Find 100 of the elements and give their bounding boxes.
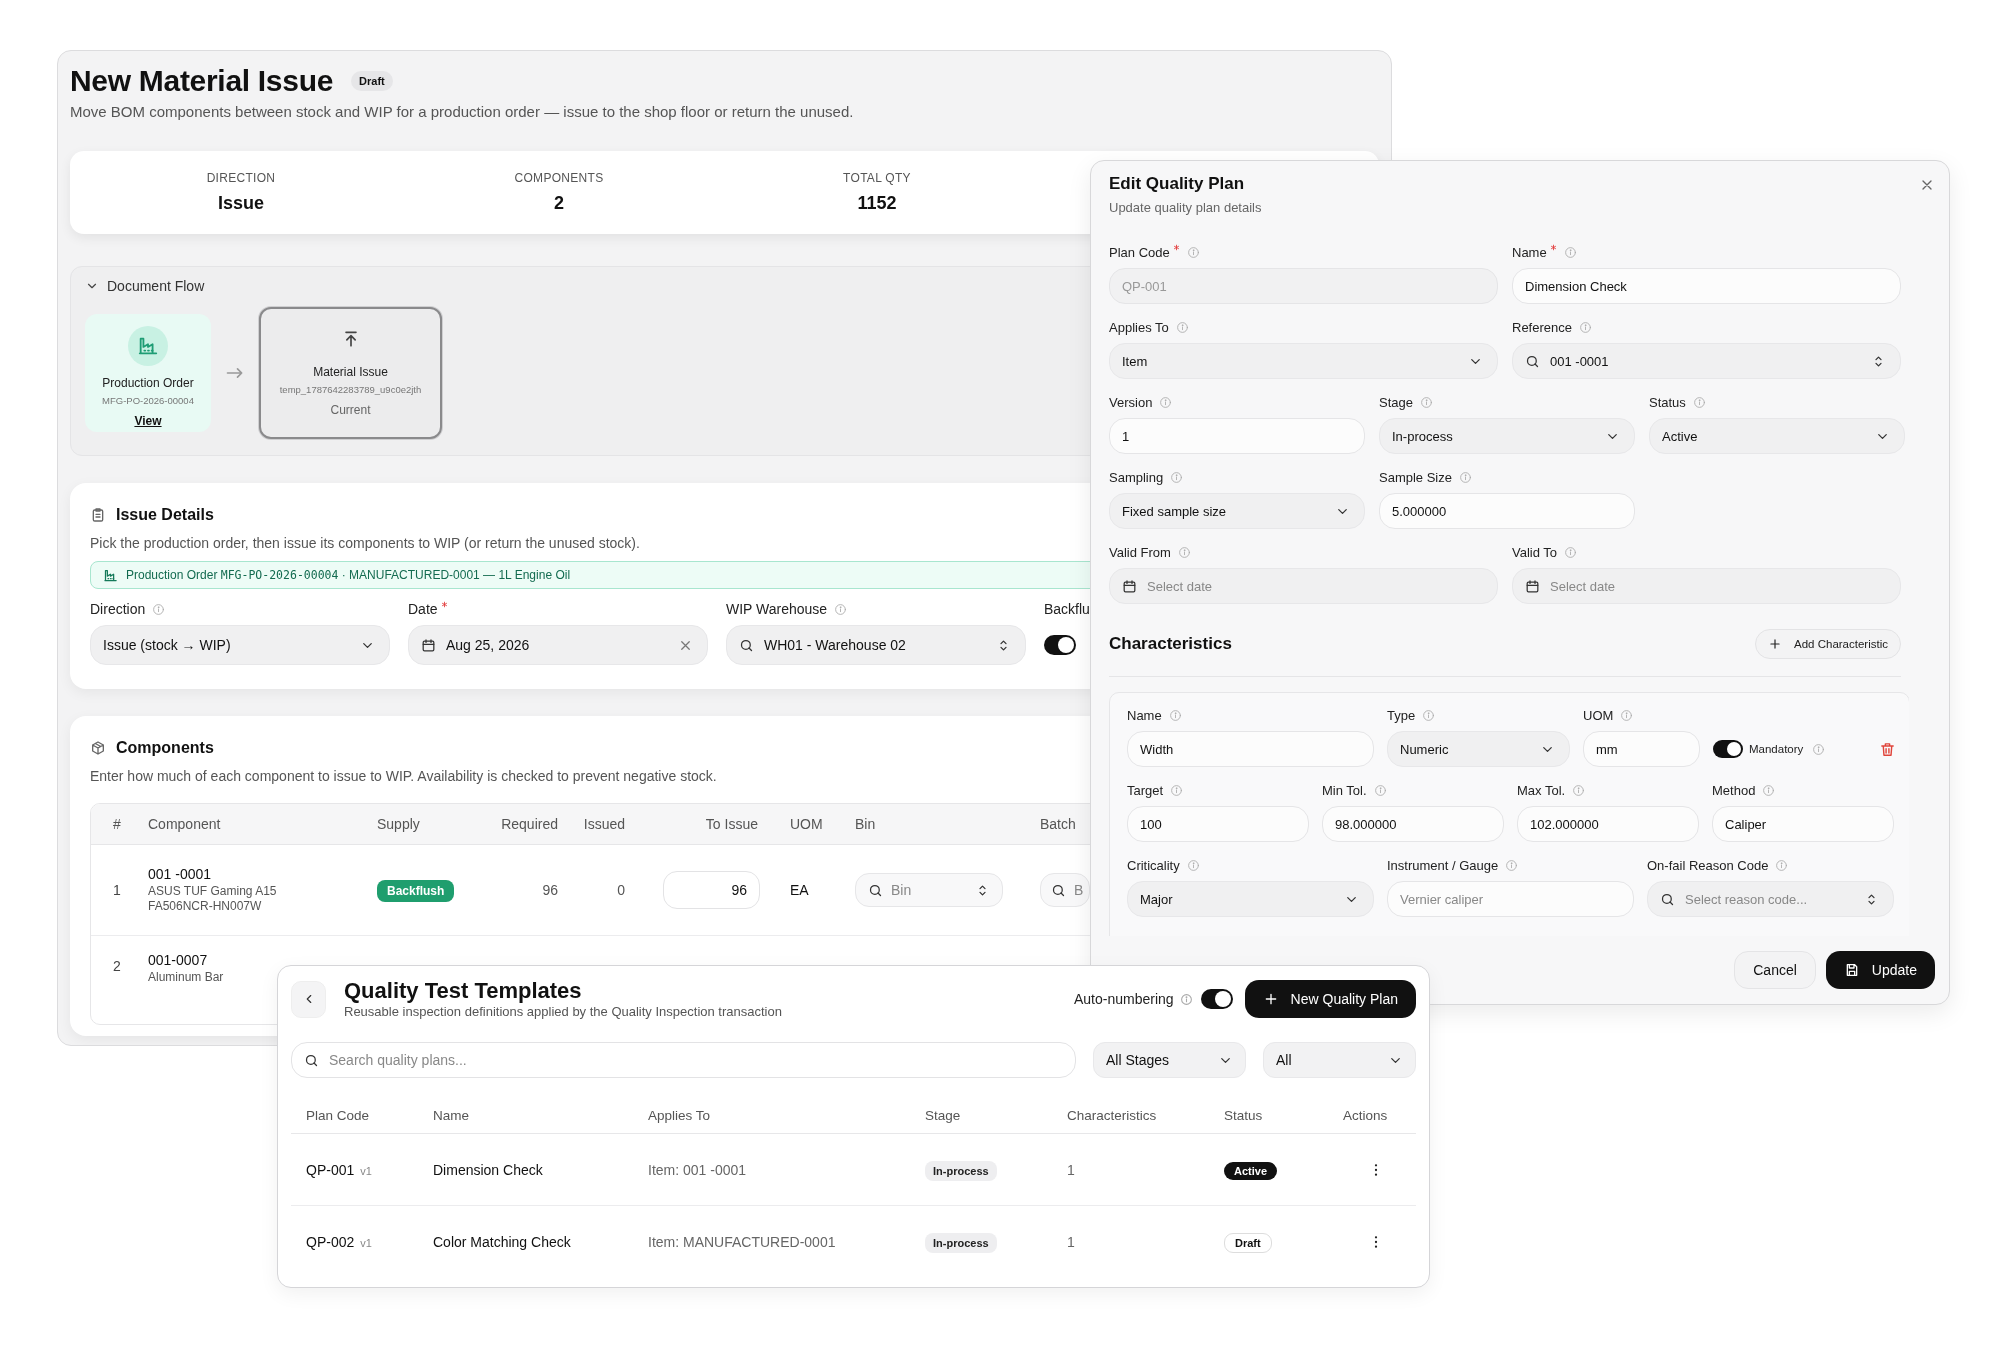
field-label: On-fail Reason Code bbox=[1647, 857, 1769, 873]
stage-badge: In-process bbox=[925, 1232, 997, 1253]
column-header: Applies To bbox=[647, 1107, 712, 1123]
column-header: Bin bbox=[855, 816, 877, 832]
column-header: To Issue bbox=[704, 816, 759, 832]
batch-field[interactable]: B bbox=[1040, 873, 1090, 907]
column-header: Component bbox=[148, 816, 222, 832]
stat-label: DIRECTION bbox=[206, 171, 276, 185]
stat-label: TOTAL QTY bbox=[843, 171, 911, 185]
flow-node-card[interactable]: Production Order MFG-PO-2026-00004 View bbox=[85, 314, 211, 432]
cancel-button[interactable]: Cancel bbox=[1734, 951, 1816, 989]
field-label: Instrument / Gauge bbox=[1387, 857, 1499, 873]
column-header: UOM bbox=[789, 816, 824, 832]
select-field[interactable]: Issue (stock → WIP) bbox=[90, 625, 390, 665]
search-select-field[interactable]: 001 -0001 bbox=[1512, 343, 1901, 379]
toggle-switch[interactable] bbox=[1044, 635, 1076, 655]
table-cell-text: 0 bbox=[616, 882, 625, 898]
field-label: Name bbox=[1127, 707, 1162, 723]
status-badge: Active bbox=[1224, 1161, 1278, 1180]
table-cell-text: 1 bbox=[1066, 1233, 1076, 1250]
search-icon bbox=[739, 637, 754, 653]
field-label: Applies To bbox=[1109, 319, 1169, 335]
field-label: Valid To bbox=[1512, 544, 1558, 560]
table-cell-text: Item: MANUFACTURED-0001 bbox=[647, 1233, 837, 1250]
field-label: Stage bbox=[1379, 394, 1413, 410]
field-label: Direction bbox=[90, 601, 146, 617]
toggle-switch[interactable] bbox=[1200, 989, 1233, 1009]
stat-value: 1152 bbox=[857, 193, 897, 214]
select-field[interactable]: Major bbox=[1127, 881, 1374, 917]
field-label: Criticality bbox=[1127, 857, 1180, 873]
calendar-icon bbox=[1122, 578, 1137, 594]
row-number: 2 bbox=[112, 957, 122, 974]
column-header: Plan Code bbox=[305, 1107, 371, 1123]
toggle-label: Auto-numbering bbox=[1074, 991, 1174, 1007]
field-label: Type bbox=[1387, 707, 1416, 723]
column-header: Name bbox=[432, 1107, 470, 1123]
stat-label: COMPONENTS bbox=[514, 171, 604, 185]
bin-field[interactable]: Bin bbox=[855, 873, 1003, 907]
filter-select[interactable]: All Stages bbox=[1093, 1042, 1246, 1078]
stat-value: Issue bbox=[218, 193, 264, 214]
column-header: Batch bbox=[1039, 816, 1077, 832]
filter-select[interactable]: All bbox=[1263, 1042, 1416, 1078]
status-badge: Draft bbox=[1224, 1232, 1272, 1253]
flow-node-card[interactable]: Material Issue temp_1787642283789_u9c0e2jth Current bbox=[259, 307, 442, 439]
text-field[interactable]: 100 bbox=[1127, 806, 1309, 842]
text-field[interactable]: Vernier caliper bbox=[1387, 881, 1634, 917]
select-field[interactable]: In-process bbox=[1379, 418, 1635, 454]
toggle-switch[interactable] bbox=[1713, 740, 1743, 758]
field-label: Plan Code bbox=[1109, 244, 1170, 260]
text-field[interactable]: Width bbox=[1127, 731, 1374, 767]
dialog-title: Edit Quality Plan bbox=[1109, 173, 1245, 195]
column-header: Issued bbox=[582, 816, 625, 832]
component-code: 001 -0001 bbox=[148, 866, 213, 882]
trash-icon[interactable] bbox=[1879, 741, 1896, 758]
search-select-field[interactable]: WH01 - Warehouse 02 bbox=[726, 625, 1026, 665]
text-field[interactable]: 102.000000 bbox=[1517, 806, 1699, 842]
add-characteristic-button[interactable]: Add Characteristic bbox=[1755, 629, 1901, 659]
version-label: v1 bbox=[360, 1164, 372, 1177]
section-title[interactable]: Document Flow bbox=[107, 278, 205, 294]
column-header: Characteristics bbox=[1066, 1107, 1158, 1123]
node-status: Current bbox=[330, 403, 371, 417]
search-field[interactable]: Search quality plans... bbox=[291, 1042, 1076, 1078]
select-field[interactable]: Item bbox=[1109, 343, 1498, 379]
field-label: UOM bbox=[1583, 707, 1614, 723]
update-button[interactable]: Update bbox=[1825, 951, 1935, 989]
text-field[interactable]: 5.000000 bbox=[1379, 493, 1635, 529]
view-link[interactable]: View bbox=[134, 414, 162, 428]
quantity-field[interactable]: 96 bbox=[663, 871, 760, 909]
field-label: Max Tol. bbox=[1517, 782, 1566, 798]
select-field[interactable]: Fixed sample size bbox=[1109, 493, 1365, 529]
row-number: 1 bbox=[112, 882, 122, 898]
text-field[interactable]: Caliper bbox=[1712, 806, 1894, 842]
table-cell-text: Item: 001 -0001 bbox=[647, 1161, 748, 1178]
section-title: Characteristics bbox=[1109, 634, 1232, 654]
stat-value: 2 bbox=[554, 193, 564, 214]
column-header: # bbox=[112, 816, 122, 832]
date-field[interactable]: Aug 25, 2026 bbox=[408, 625, 708, 665]
plus-icon bbox=[1768, 637, 1783, 651]
text-field[interactable]: 98.000000 bbox=[1322, 806, 1504, 842]
version-label: v1 bbox=[360, 1236, 372, 1249]
field-label: Date bbox=[408, 601, 438, 617]
field-label: Version bbox=[1109, 394, 1153, 410]
section-description: Enter how much of each component to issue to WIP. Availability is checked to prevent negative stock. bbox=[90, 767, 718, 785]
dialog-subtitle: Update quality plan details bbox=[1109, 199, 1262, 217]
field-label: WIP Warehouse bbox=[726, 601, 828, 617]
search-icon bbox=[1525, 353, 1540, 369]
node-code: temp_1787642283789_u9c0e2jth bbox=[279, 384, 422, 395]
factory-icon bbox=[103, 567, 118, 583]
new-quality-plan-button[interactable]: New Quality Plan bbox=[1244, 980, 1416, 1018]
column-header: Required bbox=[500, 816, 558, 832]
select-field[interactable]: Numeric bbox=[1387, 731, 1570, 767]
text-field[interactable]: 1 bbox=[1109, 418, 1365, 454]
text-field[interactable]: mm bbox=[1583, 731, 1700, 767]
search-icon bbox=[304, 1052, 319, 1068]
page-title: New Material Issue bbox=[70, 63, 334, 99]
text-field[interactable]: Dimension Check bbox=[1512, 268, 1901, 304]
select-field[interactable]: Active bbox=[1649, 418, 1905, 454]
section-title: Issue Details bbox=[116, 506, 214, 524]
page-title: Quality Test Templates bbox=[344, 978, 583, 1004]
search-icon bbox=[868, 882, 883, 898]
